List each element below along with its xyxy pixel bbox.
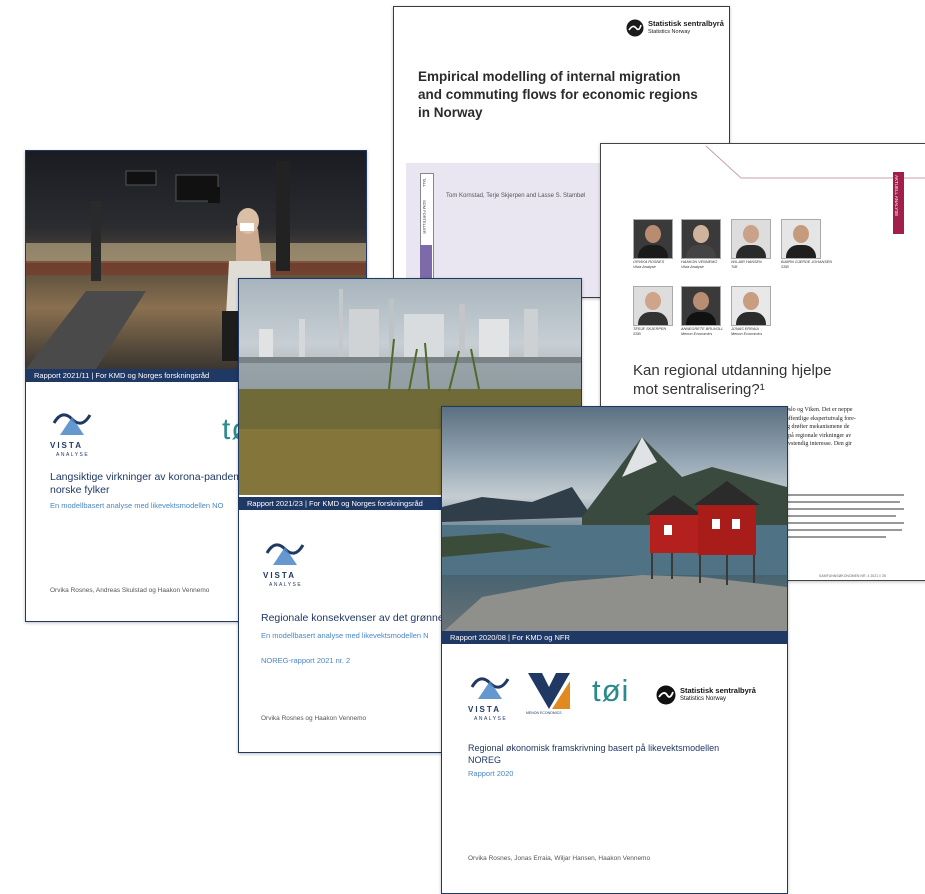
ssb-logo-name: Statistisk sentralbyrå xyxy=(680,686,756,695)
person-caption: ORVIKA ROSNES Vista Analyse xyxy=(633,260,665,269)
ssb-logo-sub: Statistics Norway xyxy=(680,696,727,702)
toi-logo: tøi xyxy=(592,673,630,708)
side-tab-label: TALL xyxy=(422,178,427,188)
ssb-logo-icon xyxy=(626,19,644,37)
portrait-photo xyxy=(633,219,673,259)
menon-logo-icon xyxy=(528,673,570,709)
ssb-authors: Tom Kornstad, Terje Skjerpen and Lasse S… xyxy=(446,193,586,199)
report-bar: Rapport 2020/08 | For KMD og NFR xyxy=(442,631,787,644)
vista-logo-sub: ANALYSE xyxy=(56,452,90,458)
vista-logo-icon xyxy=(52,413,92,435)
person-caption: WILJAR HANSEN TØI xyxy=(731,260,762,269)
ssb-logo-name: Statistisk sentralbyrå xyxy=(648,19,724,28)
title-line: Langsiktige virkninger av korona-pandem xyxy=(50,471,243,483)
vista-logo-text: VISTA xyxy=(468,705,501,714)
report-subtitle: En modellbasert analyse med likevektsmod… xyxy=(50,501,224,510)
article-title: Kan regional utdanning hjelpe mot sentra… xyxy=(633,361,832,399)
ssb-logo-icon xyxy=(656,685,676,705)
person-caption: HAAKON VENNEMO Vista Analyse xyxy=(681,260,718,269)
report-subtitle: En modellbasert analyse med likevektsmod… xyxy=(261,631,429,640)
report-title: Langsiktige virkninger av korona-pandem … xyxy=(50,471,242,497)
tab-label: AKTUELL ANALYSE xyxy=(894,175,899,217)
side-tab-label: SOM FORTELLER xyxy=(422,200,427,234)
person-caption: JONAS ERRAIA Menon Economics xyxy=(731,327,763,336)
person-caption: ANNEGRETE BRUVOLL Menon Economics xyxy=(681,327,724,336)
report-2020-08-cover: Rapport 2020/08 | For KMD og NFR VISTA A… xyxy=(441,406,788,894)
vista-logo-text: VISTA xyxy=(50,441,83,450)
report-subtitle: Rapport 2020 xyxy=(468,769,514,778)
article-section-tab: AKTUELL ANALYSE xyxy=(893,172,904,234)
title-line: Empirical modelling of internal migratio… xyxy=(418,69,681,84)
report-authors: Orvika Rosnes, Jonas Erraia, Wiljar Hans… xyxy=(468,855,651,862)
vista-logo-icon xyxy=(265,543,305,565)
person-caption: TERJE SKJERPEN SSB xyxy=(633,327,667,336)
title-line: Kan regional utdanning hjelpe xyxy=(633,362,832,379)
vista-logo-sub: ANALYSE xyxy=(474,716,508,722)
title-line: norske fylker xyxy=(50,484,110,496)
report-authors: Orvika Rosnes og Haakon Vennemo xyxy=(261,715,367,722)
vista-logo-icon xyxy=(470,677,510,699)
decorative-line xyxy=(705,145,925,179)
portrait-photo xyxy=(781,219,821,259)
person-caption: BJØRN GJERDE JOHANSEN SSB xyxy=(781,260,833,269)
title-line: and commuting flows for economic regions xyxy=(418,87,698,102)
fjord-cabin-photo xyxy=(442,407,787,633)
report-title: Regional økonomisk framskrivning basert … xyxy=(468,742,719,766)
menon-logo-text: MENON ECONOMICS xyxy=(526,711,562,715)
article-footer: SAMFUNNSØKONOMEN NR. 4 2021 // 35 xyxy=(819,574,886,578)
menon-logo: MENON ECONOMICS xyxy=(526,673,570,715)
report-title: Regionale konsekvenser av det grønne xyxy=(261,612,444,624)
report-series: NOREG-rapport 2021 nr. 2 xyxy=(261,656,351,665)
vista-logo-text: VISTA xyxy=(263,571,296,580)
report-authors: Orvika Rosnes, Andreas Skulstad og Haako… xyxy=(50,587,210,594)
title-line: NOREG xyxy=(468,755,502,765)
ssb-logo-sub: Statistics Norway xyxy=(648,29,691,35)
portrait-photo xyxy=(731,219,771,259)
portrait-photo xyxy=(681,286,721,326)
portrait-photo xyxy=(731,286,771,326)
portrait-photo xyxy=(681,219,721,259)
fjord-scene xyxy=(442,437,787,633)
title-line: mot sentralisering?¹ xyxy=(633,381,765,398)
title-line: Regional økonomisk framskrivning basert … xyxy=(468,743,720,753)
vista-logo-sub: ANALYSE xyxy=(269,582,303,588)
portrait-photo xyxy=(633,286,673,326)
title-line: in Norway xyxy=(418,105,483,120)
ssb-report-title: Empirical modelling of internal migratio… xyxy=(418,68,698,122)
